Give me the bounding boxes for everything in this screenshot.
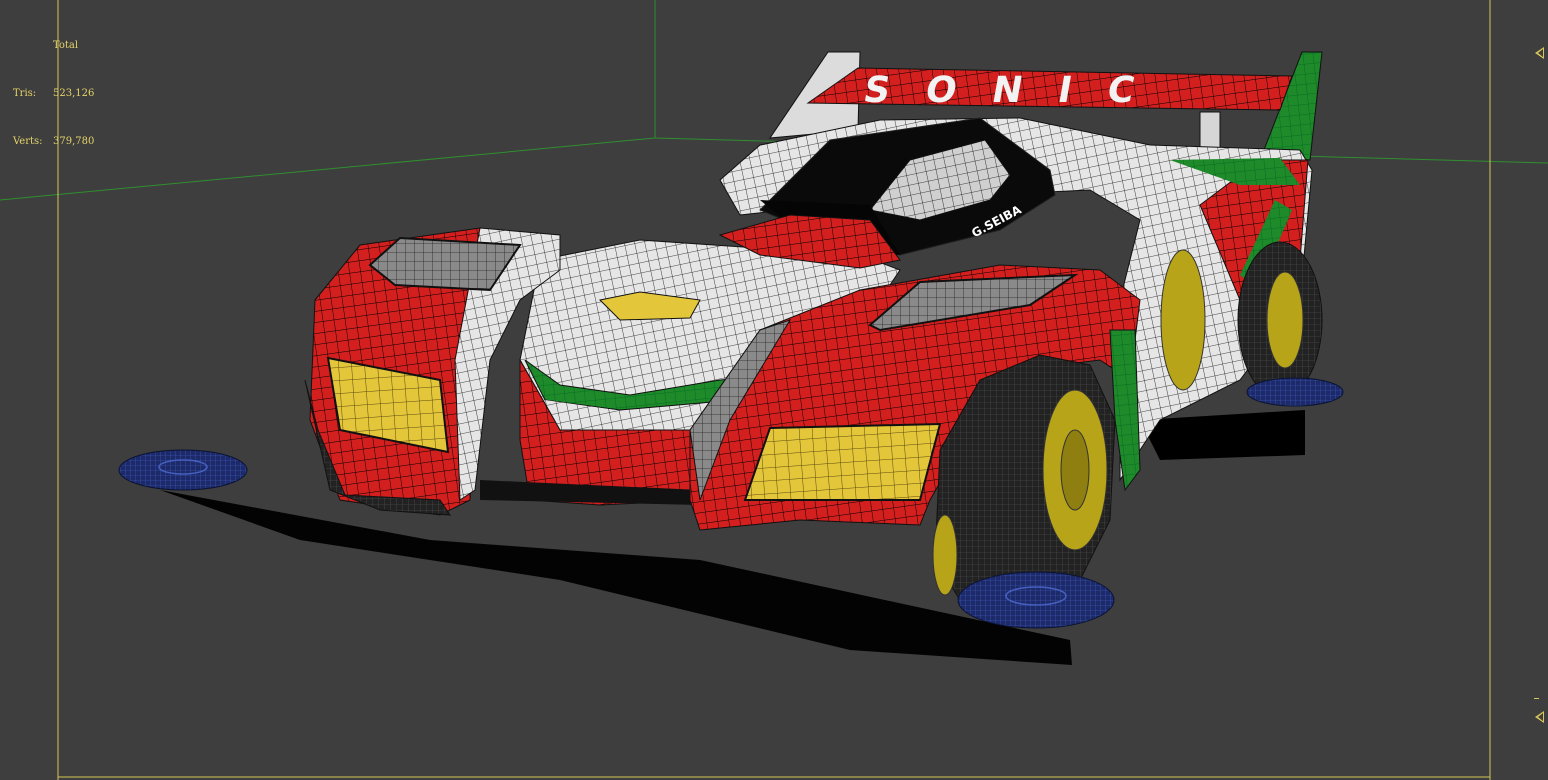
bottom-marker-icon[interactable] [1535,711,1544,723]
scene-render: SONIC G.SEIBA [0,0,1548,780]
verts-value: 379,780 [53,136,95,147]
verts-label: Verts: [13,136,43,147]
3d-viewport[interactable]: SONIC G.SEIBA Total Tris: 523,126 Verts:… [0,0,1548,780]
rear-right-roller [1246,377,1344,407]
tris-label: Tris: [13,88,37,99]
tris-value: 523,126 [53,88,95,99]
top-marker-icon[interactable] [1535,47,1544,59]
stats-title: Total [53,40,79,51]
right-headlight [743,422,942,501]
scene-statistics: Total Tris: 523,126 Verts: 379,780 [13,6,94,182]
front-left-roller [118,449,248,491]
edge-tick [1534,698,1539,699]
front-right-roller [957,571,1115,629]
